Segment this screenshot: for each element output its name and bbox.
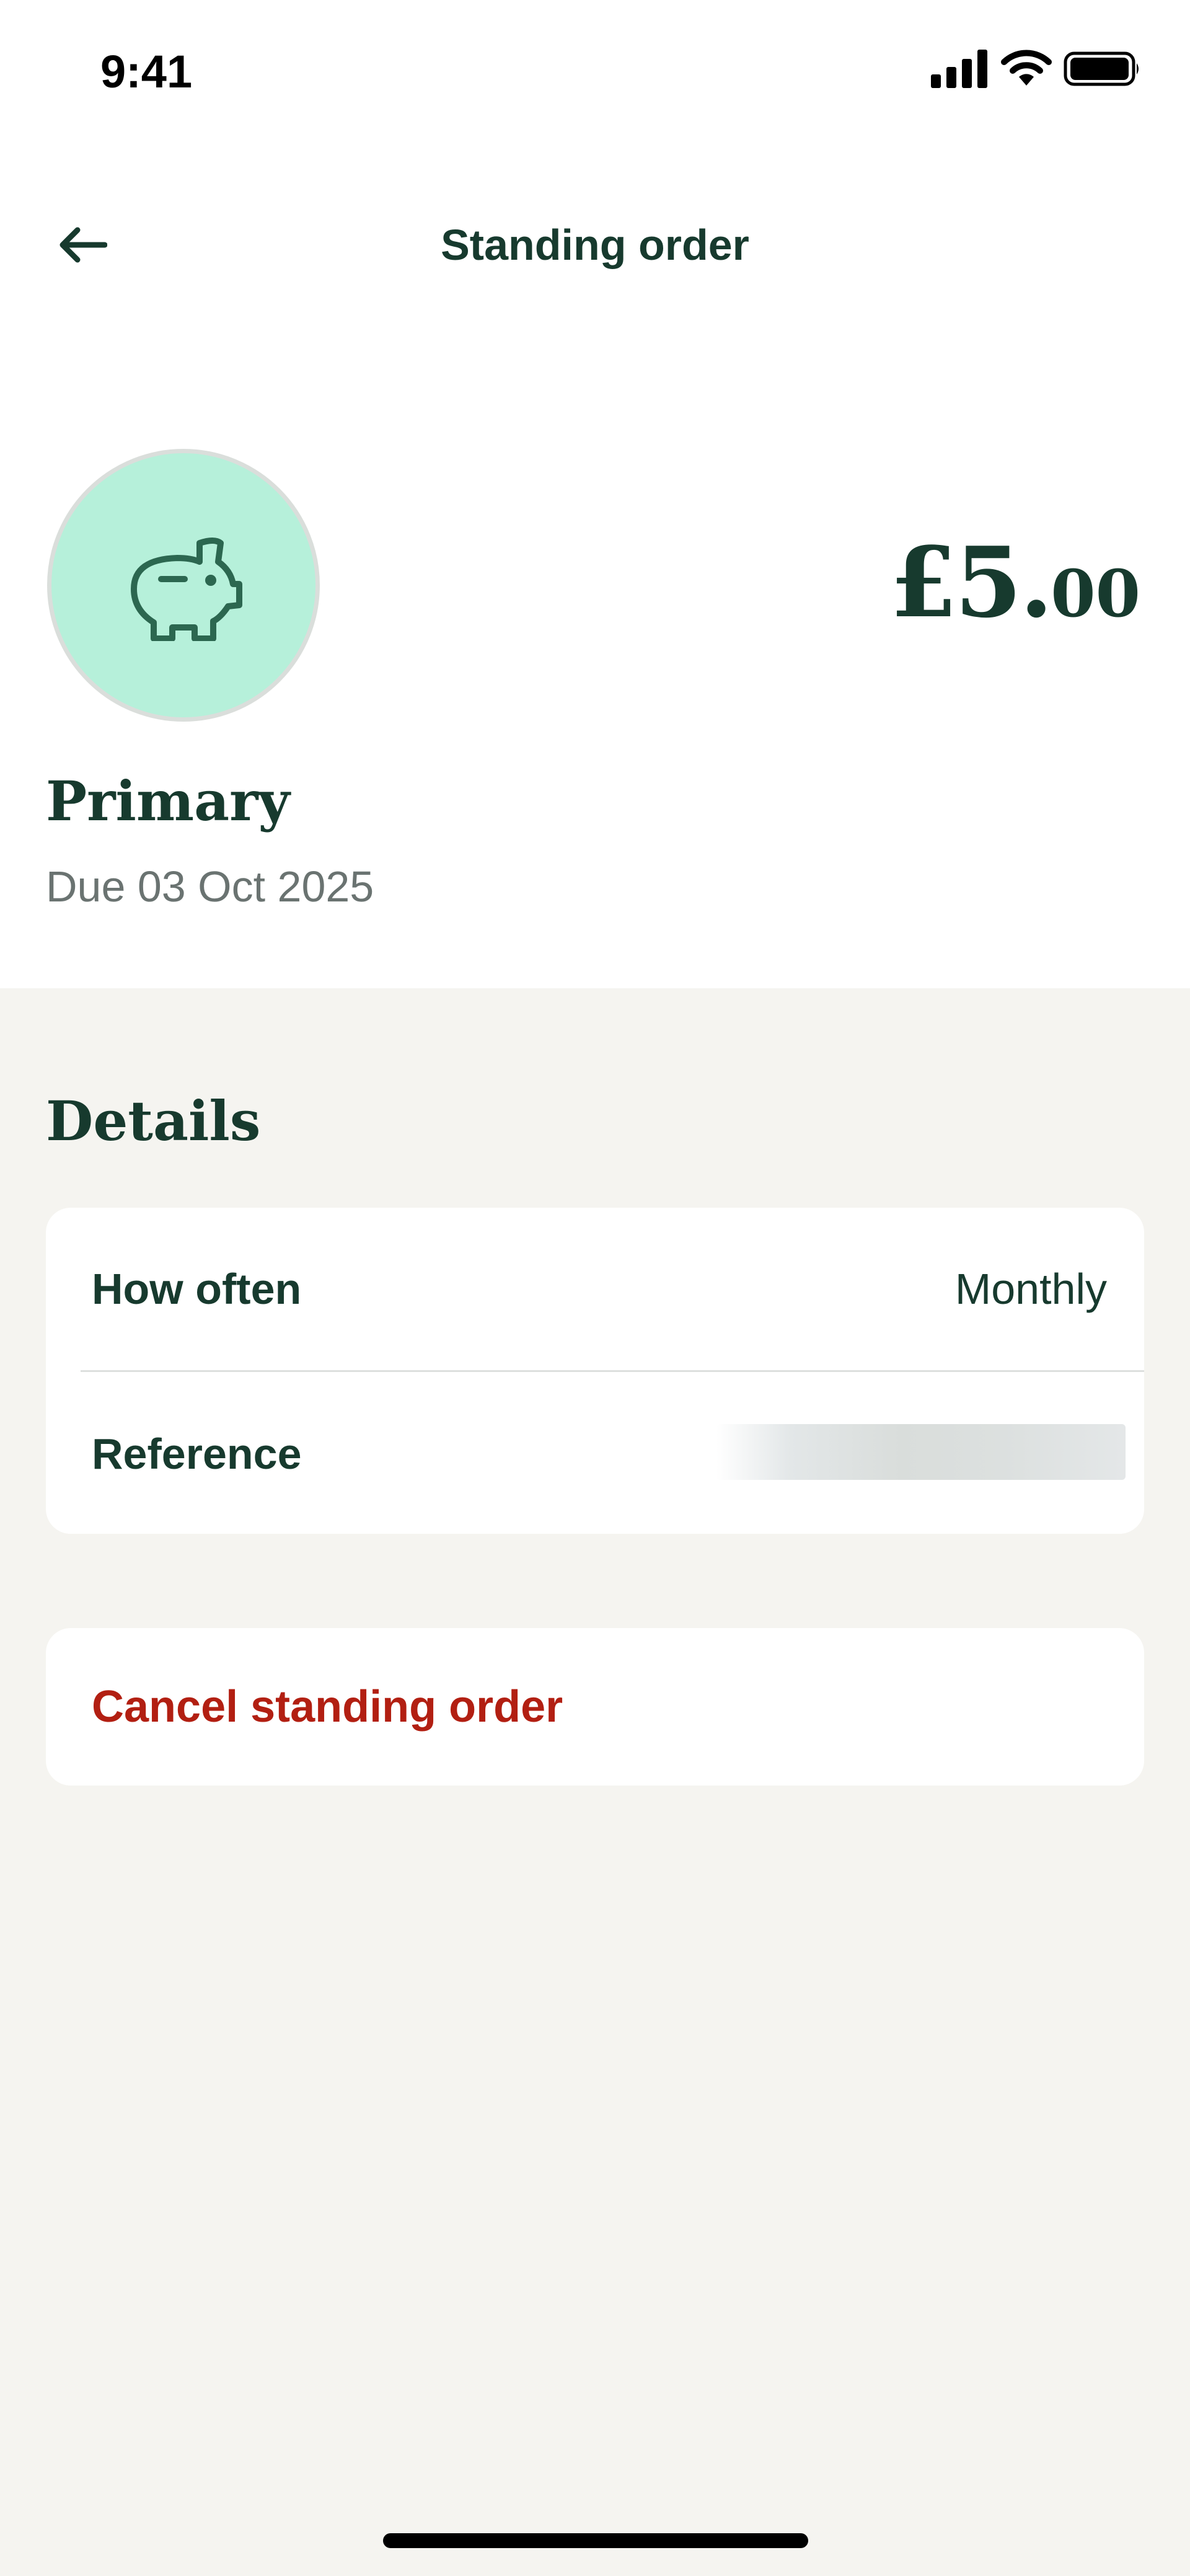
cancel-standing-order-button[interactable]: Cancel standing order <box>46 1628 1144 1786</box>
amount-minor: 00 <box>1051 555 1140 632</box>
row-reference: Reference <box>46 1373 1144 1535</box>
account-avatar <box>47 449 320 722</box>
status-icons <box>931 50 1142 93</box>
page-title: Standing order <box>441 221 749 269</box>
wifi-icon <box>1001 50 1052 86</box>
how-often-value: Monthly <box>954 1265 1107 1313</box>
row-how-often: How often Monthly <box>46 1208 1144 1372</box>
status-time: 9:41 <box>100 46 193 97</box>
battery-icon <box>1064 51 1139 86</box>
row-divider <box>81 1370 1144 1372</box>
piggy-bank-icon <box>131 538 242 641</box>
amount: £5.00 <box>890 521 1140 645</box>
how-often-label: How often <box>92 1265 302 1313</box>
reference-value-redacted <box>716 1424 1126 1480</box>
due-date: Due 03 Oct 2025 <box>46 862 374 911</box>
account-name: Primary <box>46 769 290 833</box>
home-indicator <box>383 2533 808 2548</box>
cancel-standing-order-label: Cancel standing order <box>92 1682 563 1732</box>
signal-icon <box>931 50 987 88</box>
details-heading: Details <box>46 1089 261 1153</box>
amount-major: £5. <box>889 526 1053 639</box>
details-card: How often Monthly Reference <box>46 1208 1144 1534</box>
reference-label: Reference <box>92 1430 302 1478</box>
